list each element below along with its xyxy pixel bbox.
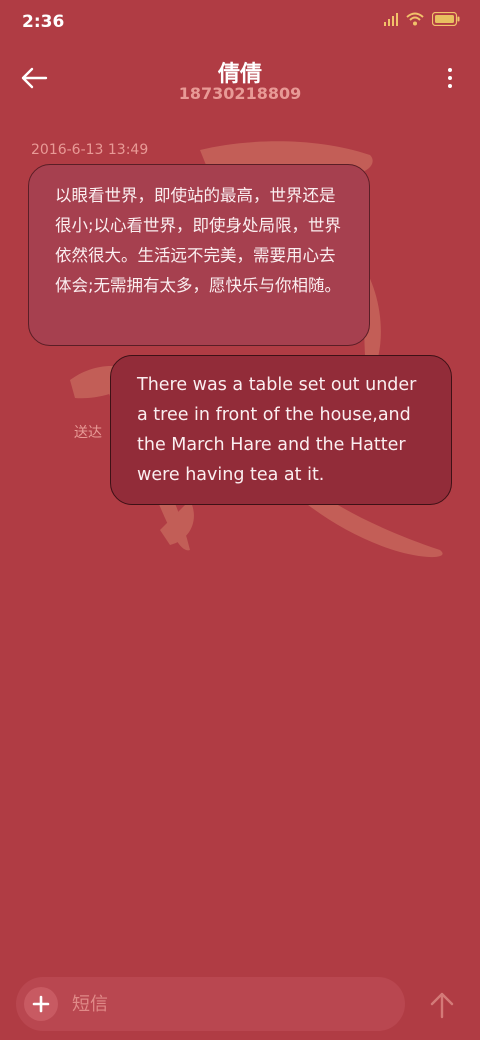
sms-input[interactable] (72, 977, 392, 1031)
message-timestamp: 2016-6-13 13:49 (31, 142, 149, 158)
sent-message-text: There was a table set out under a tree i… (137, 375, 417, 485)
wifi-icon (406, 12, 424, 26)
send-arrow-icon (430, 992, 454, 1019)
status-bar: 2:36 (0, 0, 480, 44)
status-time: 2:36 (22, 12, 65, 32)
delivery-status: 送达 (74, 425, 102, 441)
conversation-header: 倩倩 18730218809 (0, 52, 480, 112)
plus-icon (32, 995, 50, 1013)
send-button[interactable] (428, 990, 456, 1020)
received-message-bubble[interactable]: 以眼看世界，即使站的最高，世界还是很小;以心看世界，即使身处局限，世界依然很大。… (28, 164, 370, 346)
sent-message-bubble[interactable]: There was a table set out under a tree i… (110, 355, 452, 505)
contact-number: 18730218809 (178, 84, 302, 103)
status-icons (384, 12, 460, 26)
signal-icon (384, 12, 398, 26)
message-composer (16, 977, 405, 1031)
battery-icon (432, 12, 460, 26)
more-vertical-icon[interactable] (446, 68, 454, 90)
add-attachment-button[interactable] (24, 987, 58, 1021)
received-message-text: 以眼看世界，即使站的最高，世界还是很小;以心看世界，即使身处局限，世界依然很大。… (55, 186, 342, 295)
